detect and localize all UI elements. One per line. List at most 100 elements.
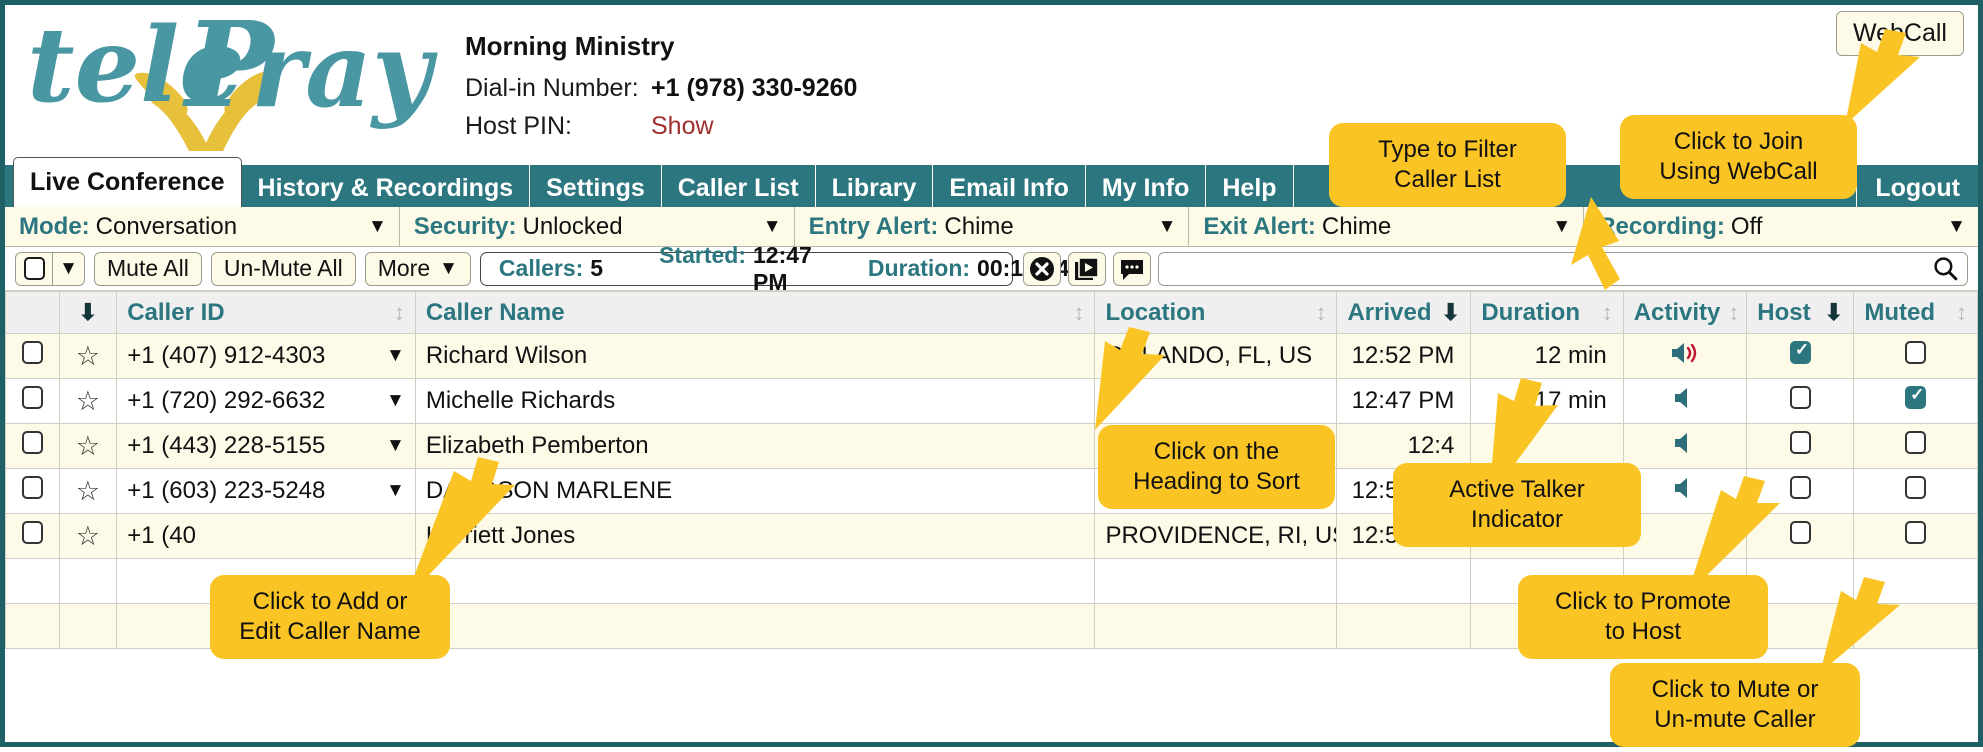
row-caller-id-cell[interactable]: +1 (40 (116, 513, 416, 559)
col-arrived[interactable]: Arrived ⬇ (1336, 291, 1472, 334)
row-checkbox[interactable] (21, 386, 43, 409)
col-caller-name[interactable]: Caller Name ↕ (414, 291, 1096, 334)
row-caller-id-cell[interactable]: +1 (603) 223-5248 ▼ (116, 468, 416, 514)
dialin-value: +1 (978) 330-9260 (651, 74, 858, 102)
chevron-down-icon: ▼ (762, 215, 782, 237)
row-favorite-cell[interactable]: ☆ (58, 378, 118, 424)
row-favorite-cell[interactable]: ☆ (58, 333, 118, 379)
col-caller-id[interactable]: Caller ID ↕ (116, 291, 416, 334)
col-activity[interactable]: Activity ↕ (1622, 291, 1748, 334)
tab-email-info[interactable]: Email Info (933, 165, 1086, 207)
host-checkbox[interactable] (1789, 476, 1811, 499)
star-icon[interactable]: ☆ (76, 386, 100, 416)
logout-link[interactable]: Logout (1856, 165, 1978, 207)
chevron-down-icon: ▼ (439, 257, 458, 279)
muted-checkbox[interactable] (1905, 476, 1927, 499)
star-icon[interactable]: ☆ (76, 431, 100, 461)
chevron-down-icon[interactable]: ▼ (386, 480, 405, 502)
tab-history-recordings[interactable]: History & Recordings (242, 165, 531, 207)
star-icon[interactable]: ☆ (76, 476, 100, 506)
callers-count: Callers: 5 (499, 255, 603, 282)
sort-both-icon: ↕ (1601, 299, 1613, 325)
row-select-cell[interactable] (5, 333, 60, 379)
setting-recording[interactable]: Recording: Off ▼ (1584, 207, 1978, 246)
muted-checkbox[interactable] (1905, 521, 1927, 544)
col-duration[interactable]: Duration ↕ (1470, 291, 1624, 334)
col-host[interactable]: Host ⬇ (1746, 291, 1855, 334)
chevron-down-icon[interactable]: ▼ (386, 435, 405, 457)
recordings-button[interactable] (1067, 251, 1106, 286)
row-host-cell[interactable] (1746, 468, 1855, 514)
end-conference-button[interactable] (1022, 251, 1061, 286)
row-host-cell[interactable] (1746, 378, 1855, 424)
col-muted[interactable]: Muted ↕ (1853, 291, 1978, 334)
row-checkbox[interactable] (21, 431, 43, 454)
tab-help[interactable]: Help (1206, 165, 1294, 207)
play-stack-icon (1074, 256, 1099, 280)
setting-security[interactable]: Security: Unlocked ▼ (400, 207, 795, 246)
row-checkbox[interactable] (21, 521, 43, 544)
host-checkbox[interactable] (1789, 386, 1811, 409)
muted-checkbox[interactable] (1905, 341, 1927, 364)
row-host-cell[interactable] (1746, 423, 1855, 469)
mute-all-button[interactable]: Mute All (94, 251, 202, 286)
row-caller-name-cell[interactable]: Richard Wilson (414, 333, 1096, 379)
host-checkbox[interactable] (1789, 340, 1811, 364)
row-muted-cell[interactable] (1853, 513, 1978, 559)
setting-mode[interactable]: Mode: Conversation ▼ (5, 207, 400, 246)
tab-live-conference[interactable]: Live Conference (13, 157, 242, 207)
row-select-cell[interactable] (5, 378, 60, 424)
select-all-dropdown[interactable]: ▼ (53, 251, 85, 286)
row-caller-id-cell[interactable]: +1 (720) 292-6632 ▼ (116, 378, 416, 424)
telepray-logo[interactable]: tele P ray (19, 0, 439, 151)
tab-caller-list[interactable]: Caller List (662, 165, 816, 207)
more-button[interactable]: More ▼ (364, 251, 471, 286)
row-host-cell[interactable] (1746, 513, 1855, 559)
row-caller-name-cell[interactable]: DAVIDSON MARLENE (414, 468, 1096, 514)
row-caller-name-cell[interactable]: Michelle Richards (414, 378, 1096, 424)
muted-checkbox[interactable] (1905, 385, 1927, 409)
row-caller-id-cell[interactable]: +1 (443) 228-5155 ▼ (116, 423, 416, 469)
muted-checkbox[interactable] (1905, 431, 1927, 454)
tab-library[interactable]: Library (816, 165, 934, 207)
select-all-checkbox[interactable] (15, 251, 53, 286)
col-favorite[interactable]: ⬇ (58, 291, 118, 334)
chevron-down-icon[interactable]: ▼ (386, 390, 405, 412)
chat-bubble-icon (1120, 259, 1143, 280)
row-caller-name-cell[interactable]: Harriett Jones (414, 513, 1096, 559)
setting-entry-alert[interactable]: Entry Alert: Chime ▼ (795, 207, 1190, 246)
sort-both-icon: ↕ (1956, 299, 1967, 325)
tab-my-info[interactable]: My Info (1086, 165, 1207, 207)
row-caller-name-cell[interactable]: Elizabeth Pemberton (414, 423, 1096, 469)
star-icon[interactable]: ☆ (76, 341, 100, 371)
host-checkbox[interactable] (1789, 431, 1811, 454)
row-favorite-cell[interactable]: ☆ (58, 423, 118, 469)
caller-filter-search[interactable] (1157, 251, 1968, 286)
tab-settings[interactable]: Settings (530, 165, 662, 207)
chevron-down-icon[interactable]: ▼ (386, 345, 405, 367)
row-muted-cell[interactable] (1853, 333, 1978, 379)
webcall-button[interactable]: WebCall (1835, 11, 1964, 56)
row-select-cell[interactable] (5, 468, 60, 514)
row-caller-id-cell[interactable]: +1 (407) 912-4303 ▼ (116, 333, 416, 379)
row-checkbox[interactable] (21, 476, 43, 499)
row-muted-cell[interactable] (1853, 423, 1978, 469)
setting-exit-alert[interactable]: Exit Alert: Chime ▼ (1189, 207, 1585, 246)
chat-button[interactable] (1112, 251, 1151, 286)
row-select-cell[interactable] (5, 423, 60, 469)
setting-entry-alert-label: Entry Alert: (808, 212, 939, 240)
row-checkbox[interactable] (21, 341, 43, 364)
row-muted-cell[interactable] (1853, 468, 1978, 514)
show-pin-link[interactable]: Show (651, 114, 714, 139)
star-icon[interactable]: ☆ (76, 521, 100, 551)
unmute-all-button[interactable]: Un-Mute All (210, 251, 356, 286)
row-muted-cell[interactable] (1853, 378, 1978, 424)
host-checkbox[interactable] (1789, 521, 1811, 544)
row-select-cell[interactable] (5, 513, 60, 559)
row-host-cell[interactable] (1746, 333, 1855, 379)
row-favorite-cell[interactable]: ☆ (58, 513, 118, 559)
search-input[interactable] (1166, 254, 1932, 283)
col-location[interactable]: Location ↕ (1094, 291, 1338, 334)
row-favorite-cell[interactable]: ☆ (58, 468, 118, 514)
col-select-all[interactable] (5, 291, 60, 334)
